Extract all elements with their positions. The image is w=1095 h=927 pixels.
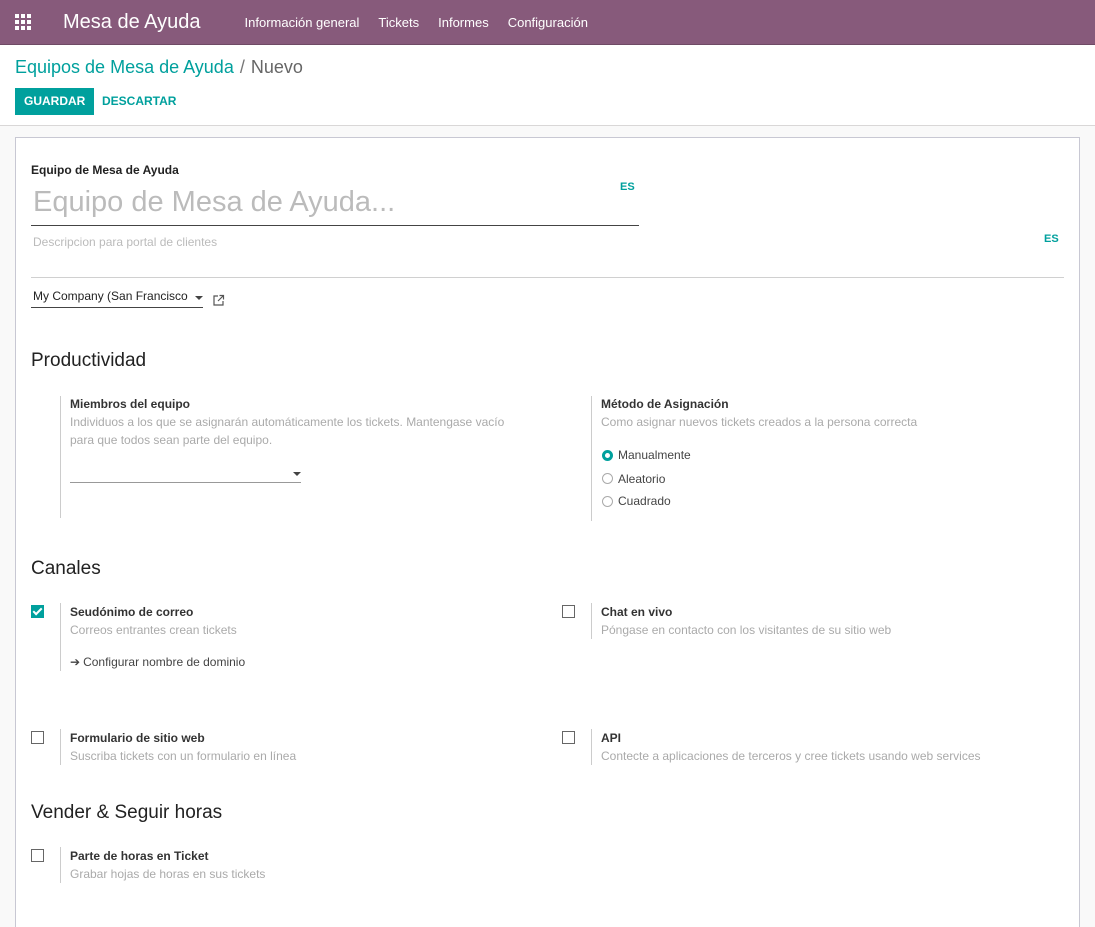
- breadcrumb-parent[interactable]: Equipos de Mesa de Ayuda: [15, 57, 234, 77]
- radio-cuadrado[interactable]: [602, 496, 613, 507]
- team-name-label: Equipo de Mesa de Ayuda: [31, 163, 179, 177]
- team-members-help-2: para que todos sean parte del equipo.: [70, 433, 273, 447]
- breadcrumb-current: Nuevo: [250, 57, 303, 77]
- breadcrumb-separator: /: [239, 57, 245, 77]
- description-translate-button[interactable]: ES: [1044, 233, 1059, 245]
- email-alias-label: Seudónimo de correo: [70, 605, 194, 619]
- nav-informacion-general[interactable]: Información general: [245, 15, 360, 30]
- assignment-method-label: Método de Asignación: [601, 397, 729, 411]
- name-translate-button[interactable]: ES: [620, 181, 635, 193]
- team-members-label: Miembros del equipo: [70, 397, 191, 411]
- radio-manualmente[interactable]: [602, 450, 613, 461]
- website-form-help: Suscriba tickets con un formulario en lí…: [70, 749, 297, 763]
- team-members-help: Individuos a los que se asignarán automá…: [70, 415, 505, 429]
- save-button[interactable]: GUARDAR: [15, 88, 95, 115]
- team-members-input[interactable]: [70, 463, 301, 483]
- live-chat-checkbox[interactable]: [562, 605, 575, 618]
- assignment-method-help: Como asignar nuevos tickets creados a la…: [601, 415, 918, 429]
- external-link-icon[interactable]: [212, 294, 225, 307]
- control-panel: Equipos de Mesa de Ayuda / Nuevo GUARDAR D…: [0, 45, 1095, 126]
- team-name-input[interactable]: [31, 180, 639, 226]
- arrow-right-icon: ➔: [70, 655, 81, 669]
- apps-menu-icon[interactable]: [0, 0, 46, 45]
- nav-informes[interactable]: Informes: [438, 15, 489, 30]
- company-value: My Company (San Francisco: [33, 289, 188, 303]
- api-checkbox[interactable]: [562, 731, 575, 744]
- breadcrumb: Equipos de Mesa de Ayuda / Nuevo: [15, 57, 303, 78]
- email-alias-checkbox[interactable]: [31, 605, 44, 618]
- field-separator: [60, 847, 61, 883]
- discard-button[interactable]: DESCARTAR: [102, 88, 176, 115]
- divider: [31, 277, 1064, 278]
- configure-domain-link[interactable]: ➔ Configurar nombre de dominio: [70, 655, 245, 669]
- nav-configuracion[interactable]: Configuración: [508, 15, 588, 30]
- radio-aleatorio[interactable]: [602, 473, 613, 484]
- field-separator: [591, 396, 592, 521]
- website-form-label: Formulario de sitio web: [70, 731, 205, 745]
- field-separator: [60, 729, 61, 765]
- description-input[interactable]: [31, 233, 1031, 251]
- radio-label-cuadrado[interactable]: Cuadrado: [618, 494, 671, 508]
- api-help: Contecte a aplicaciones de terceros y cr…: [601, 749, 981, 763]
- top-navbar: Mesa de Ayuda Información general Ticket…: [0, 0, 1095, 45]
- configure-domain-label: Configurar nombre de dominio: [83, 655, 246, 669]
- field-separator: [591, 729, 592, 765]
- section-title-productividad: Productividad: [31, 350, 147, 371]
- field-separator: [60, 603, 61, 671]
- section-title-canales: Canales: [31, 558, 101, 579]
- email-alias-help: Correos entrantes crean tickets: [70, 623, 237, 637]
- radio-label-manualmente[interactable]: Manualmente: [618, 448, 691, 462]
- section-title-vender: Vender & Seguir horas: [31, 802, 223, 823]
- company-select[interactable]: My Company (San Francisco: [31, 289, 203, 308]
- live-chat-help: Póngase en contacto con los visitantes d…: [601, 623, 892, 637]
- chevron-down-icon: [195, 296, 203, 300]
- field-separator: [591, 603, 592, 639]
- website-form-checkbox[interactable]: [31, 731, 44, 744]
- timesheet-help: Grabar hojas de horas en sus tickets: [70, 867, 266, 881]
- api-label: API: [601, 731, 622, 745]
- radio-label-aleatorio[interactable]: Aleatorio: [618, 472, 665, 486]
- timesheet-label: Parte de horas en Ticket: [70, 849, 209, 863]
- nav-tickets[interactable]: Tickets: [378, 15, 419, 30]
- live-chat-label: Chat en vivo: [601, 605, 673, 619]
- timesheet-checkbox[interactable]: [31, 849, 44, 862]
- chevron-down-icon: [293, 472, 301, 476]
- field-separator: [60, 396, 61, 518]
- app-brand[interactable]: Mesa de Ayuda: [63, 11, 201, 34]
